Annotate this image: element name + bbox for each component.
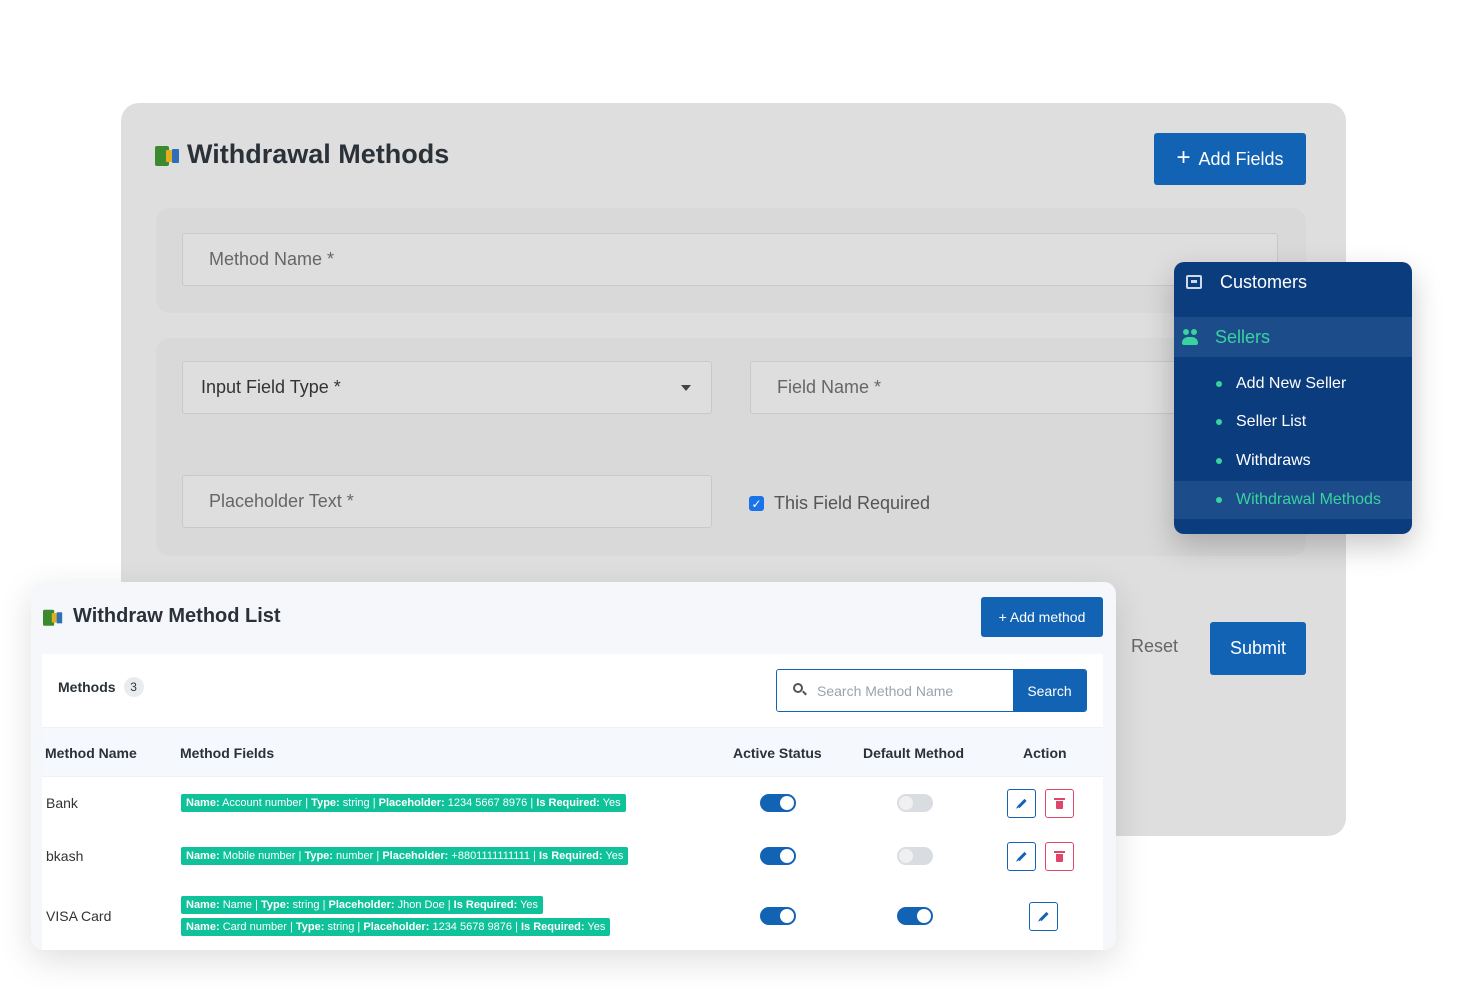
method-field-chip: Name: Account number | Type: string | Pl… (181, 794, 626, 812)
screen: Withdrawal Methods + Add Fields Method N… (0, 0, 1467, 992)
edit-button[interactable] (1029, 902, 1058, 931)
pencil-icon (1016, 798, 1027, 809)
sidebar-item-add-new-seller[interactable]: Add New Seller (1174, 365, 1412, 403)
methods-count-badge: 3 (123, 677, 144, 697)
bullet-icon (1216, 497, 1222, 503)
placeholder-text-placeholder: Placeholder Text * (209, 491, 354, 511)
column-header-action: Action (1023, 745, 1067, 761)
chevron-down-icon (681, 385, 691, 391)
trash-icon (1054, 798, 1065, 809)
methods-label-text: Methods (58, 679, 116, 695)
plus-icon: + (1176, 144, 1191, 171)
page-title-text: Withdrawal Methods (187, 139, 450, 169)
methods-table-container: Methods 3 Search Method Name Method Fiel… (42, 654, 1103, 950)
table-row: VISA Card Name: Name | Type: string | Pl… (42, 894, 1103, 950)
default-method-toggle[interactable] (897, 907, 933, 925)
method-name-cell: bkash (46, 848, 84, 864)
pencil-icon (1016, 851, 1027, 862)
method-name-cell: VISA Card (46, 908, 112, 924)
sidebar-item-label: Seller List (1236, 413, 1307, 430)
methods-count-label: Methods 3 (58, 677, 144, 697)
sidebar-menu: Customers Sellers Add New Seller Seller … (1174, 262, 1412, 534)
reset-button[interactable]: Reset (1131, 636, 1178, 657)
people-icon (1182, 328, 1199, 346)
active-status-toggle[interactable] (760, 847, 796, 865)
search-input[interactable] (777, 670, 1013, 711)
method-field-chip: Name: Card number | Type: string | Place… (181, 918, 611, 936)
column-header-method-fields: Method Fields (180, 745, 275, 761)
add-fields-label: Add Fields (1198, 148, 1284, 169)
box-icon (1186, 275, 1202, 289)
table-row: Bank Name: Account number | Type: string… (42, 787, 1103, 831)
edit-button[interactable] (1007, 789, 1036, 818)
delete-button[interactable] (1045, 842, 1074, 871)
column-header-default-method: Default Method (863, 745, 965, 761)
default-method-toggle[interactable] (897, 847, 933, 865)
sidebar-item-seller-list[interactable]: Seller List (1174, 403, 1412, 441)
list-title: Withdraw Method List (43, 605, 281, 628)
column-header-method-name: Method Name (45, 745, 137, 761)
method-name-panel: Method Name * (156, 208, 1306, 313)
column-header-active-status: Active Status (733, 745, 822, 761)
placeholder-text-input[interactable]: Placeholder Text * (182, 475, 712, 528)
sidebar-item-sellers[interactable]: Sellers (1174, 317, 1412, 357)
sidebar-item-label: Customers (1220, 271, 1308, 292)
method-field-chip: Name: Mobile number | Type: number | Pla… (181, 847, 629, 865)
page-title: Withdrawal Methods (155, 139, 449, 170)
field-name-placeholder: Field Name * (777, 377, 882, 397)
add-method-button[interactable]: + Add method (981, 597, 1103, 637)
method-name-placeholder: Method Name * (209, 249, 335, 269)
wallet-icon (43, 608, 63, 626)
sidebar-item-customers[interactable]: Customers (1174, 262, 1412, 302)
sidebar-item-label: Sellers (1215, 326, 1271, 347)
field-required-row: ✓ This Field Required (749, 493, 930, 514)
sidebar-item-label: Withdrawal Methods (1236, 491, 1381, 508)
active-status-toggle[interactable] (760, 794, 796, 812)
submit-button[interactable]: Submit (1210, 622, 1306, 675)
table-row: bkash Name: Mobile number | Type: number… (42, 840, 1103, 884)
active-status-toggle[interactable] (760, 907, 796, 925)
table-header: Method Name Method Fields Active Status … (42, 727, 1103, 777)
pencil-icon (1038, 911, 1049, 922)
search-icon (793, 683, 807, 697)
method-field-chip: Name: Name | Type: string | Placeholder:… (181, 896, 544, 914)
delete-button[interactable] (1045, 789, 1074, 818)
search-bar: Search (776, 669, 1087, 712)
bullet-icon (1216, 458, 1222, 464)
field-required-checkbox[interactable]: ✓ (749, 496, 764, 511)
add-fields-button[interactable]: + Add Fields (1154, 133, 1306, 185)
sidebar-item-withdraws[interactable]: Withdraws (1174, 442, 1412, 480)
default-method-toggle[interactable] (897, 794, 933, 812)
bullet-icon (1216, 381, 1222, 387)
field-required-label: This Field Required (774, 493, 931, 513)
search-button[interactable]: Search (1013, 670, 1086, 711)
list-title-text: Withdraw Method List (73, 605, 281, 627)
method-name-input[interactable]: Method Name * (182, 233, 1278, 286)
edit-button[interactable] (1007, 842, 1036, 871)
method-name-cell: Bank (46, 795, 78, 811)
input-field-type-label: Input Field Type * (201, 377, 341, 397)
wallet-icon (155, 144, 179, 166)
sidebar-item-label: Add New Seller (1236, 375, 1347, 392)
field-config-panel: Input Field Type * Field Name * Placehol… (156, 338, 1306, 556)
sidebar-item-withdrawal-methods[interactable]: Withdrawal Methods (1174, 481, 1412, 519)
sidebar-item-label: Withdraws (1236, 452, 1311, 469)
input-field-type-select[interactable]: Input Field Type * (182, 361, 712, 414)
bullet-icon (1216, 419, 1222, 425)
trash-icon (1054, 851, 1065, 862)
withdraw-method-list-card: Withdraw Method List + Add method Method… (31, 582, 1116, 950)
